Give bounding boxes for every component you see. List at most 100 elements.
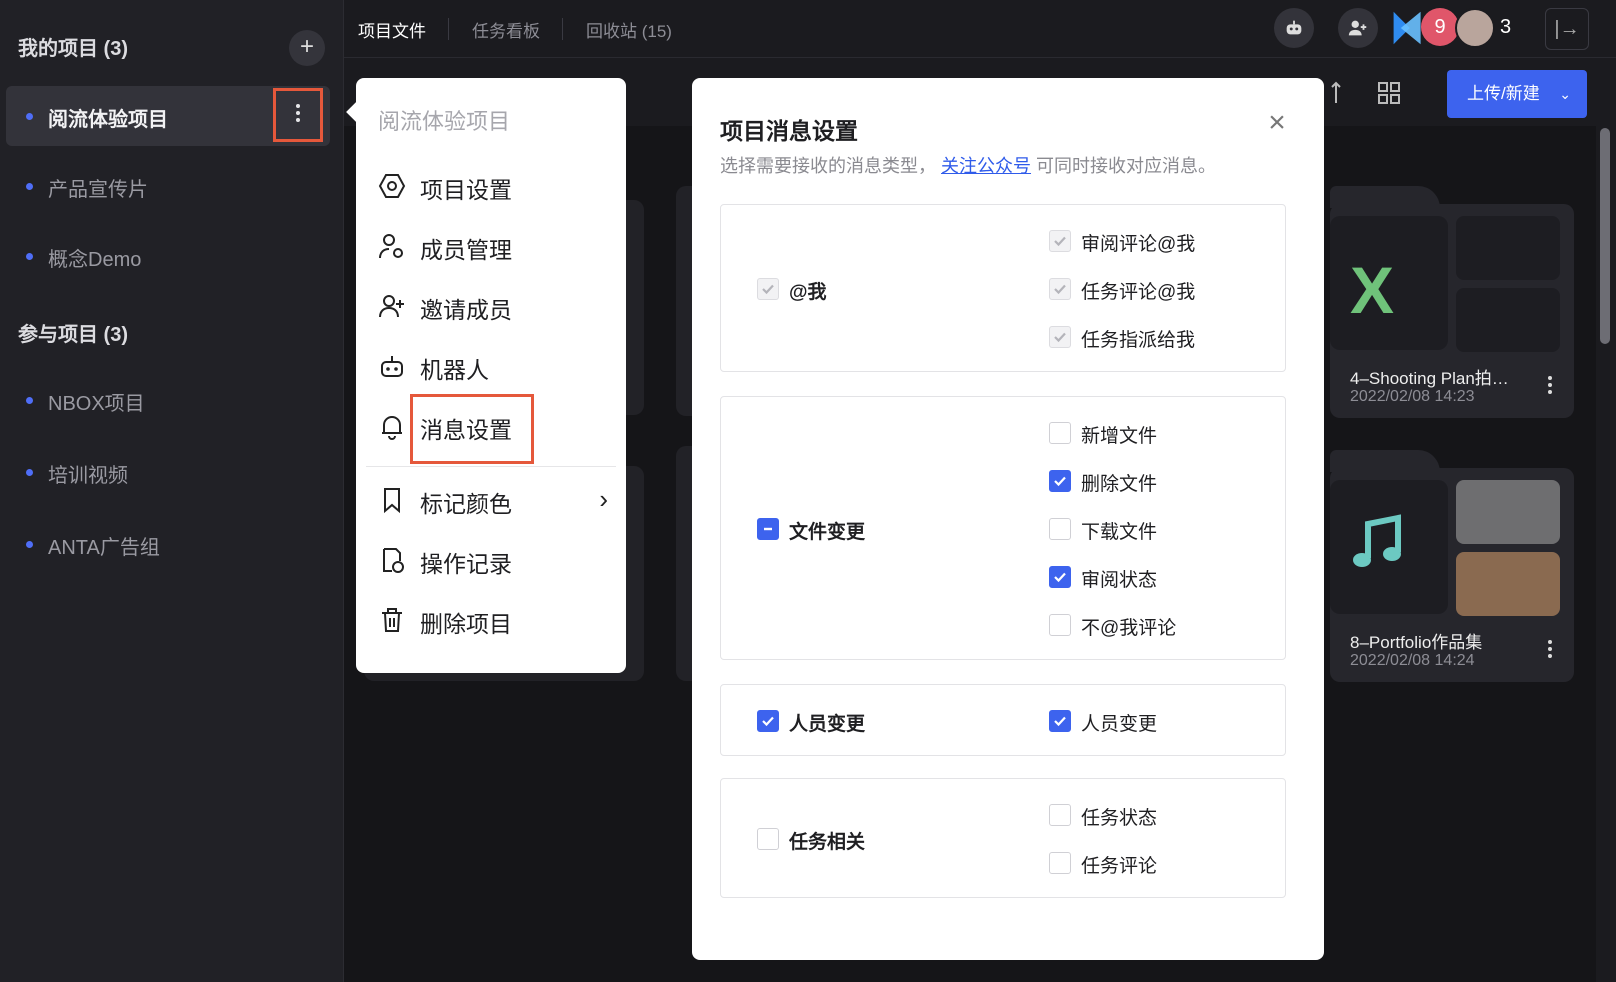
robot-icon bbox=[381, 356, 403, 377]
option-checkbox[interactable] bbox=[1049, 804, 1071, 826]
option-label: 任务状态 bbox=[1081, 808, 1158, 829]
add-project-button[interactable]: + bbox=[289, 30, 325, 66]
group-checkbox[interactable] bbox=[757, 518, 779, 540]
option-checkbox bbox=[1049, 278, 1071, 300]
vertical-ellipsis-icon[interactable] bbox=[1548, 376, 1552, 397]
project-more-button[interactable] bbox=[273, 88, 323, 142]
option-checkbox[interactable] bbox=[1049, 518, 1071, 540]
tab-project-files[interactable]: 项目文件 bbox=[358, 17, 426, 42]
exit-button[interactable]: |→ bbox=[1545, 8, 1589, 50]
video-thumbnail bbox=[1456, 480, 1560, 544]
tab-divider bbox=[448, 18, 449, 40]
folder-tab bbox=[1330, 186, 1440, 208]
grid-view-icon[interactable] bbox=[1378, 82, 1400, 104]
option-checkbox[interactable] bbox=[1049, 710, 1071, 732]
avatar[interactable] bbox=[1455, 8, 1495, 48]
option-checkbox[interactable] bbox=[1049, 614, 1071, 636]
file-date: 2022/02/08 14:24 bbox=[1350, 652, 1475, 669]
sub-thumbnail bbox=[1456, 216, 1560, 280]
close-icon: × bbox=[1268, 106, 1286, 139]
joined-projects-title: 参与项目 (3) bbox=[18, 324, 128, 346]
sidebar-item-label: 培训视频 bbox=[48, 465, 128, 487]
menu-item-operation-log[interactable]: 操作记录 bbox=[378, 538, 608, 582]
my-projects-title: 我的项目 (3) bbox=[18, 38, 128, 60]
group-label: @我 bbox=[789, 282, 827, 303]
group-label: 人员变更 bbox=[789, 714, 866, 735]
group-checkbox[interactable] bbox=[757, 828, 779, 850]
menu-item-member-management[interactable]: 成员管理 bbox=[378, 224, 608, 268]
option-checkbox[interactable] bbox=[1049, 422, 1071, 444]
project-dot bbox=[26, 253, 33, 260]
scrollbar[interactable] bbox=[1600, 128, 1610, 344]
menu-item-robot[interactable]: 机器人 bbox=[378, 344, 608, 388]
highlight-box bbox=[410, 394, 534, 464]
menu-item-invite-member[interactable]: 邀请成员 bbox=[378, 284, 608, 328]
menu-item-delete-project[interactable]: 删除项目 bbox=[378, 598, 608, 642]
bell-icon bbox=[382, 416, 402, 440]
folder-tab bbox=[1330, 450, 1440, 472]
sidebar-item-project[interactable]: 概念Demo bbox=[6, 226, 330, 286]
sidebar-item-project[interactable]: 产品宣传片 bbox=[6, 156, 330, 216]
option-label: 删除文件 bbox=[1081, 474, 1158, 495]
history-icon bbox=[383, 548, 404, 573]
dialog-title: 项目消息设置 bbox=[720, 118, 858, 144]
option-checkbox[interactable] bbox=[1049, 852, 1071, 874]
tab-task-board[interactable]: 任务看板 bbox=[472, 17, 540, 42]
menu-title: 阅流体验项目 bbox=[378, 109, 511, 134]
robot-icon bbox=[1286, 20, 1302, 35]
sub-thumbnail bbox=[1456, 288, 1560, 352]
bookmark-icon bbox=[384, 488, 400, 514]
upload-new-button[interactable]: 上传/新建 ⌄ bbox=[1447, 70, 1587, 118]
option-label: 任务评论@我 bbox=[1081, 282, 1196, 303]
option-label: 下载文件 bbox=[1081, 522, 1158, 543]
message-settings-dialog: 项目消息设置 选择需要接收的消息类型， 关注公众号 可同时接收对应消息。 × @… bbox=[692, 78, 1324, 960]
project-menu: 阅流体验项目 项目设置 成员管理 邀请成员 机器人 消息设置 标记颜色 › 操作… bbox=[346, 78, 626, 673]
notification-group: 文件变更 新增文件 删除文件 下载文件 审阅状态 不@我评论 bbox=[720, 396, 1286, 660]
sidebar-item-label: NBOX项目 bbox=[48, 393, 145, 415]
group-checkbox[interactable] bbox=[757, 710, 779, 732]
file-name: 4–Shooting Plan拍… bbox=[1350, 369, 1509, 388]
notification-badge[interactable]: 9 bbox=[1421, 8, 1459, 46]
file-card[interactable]: 8–Portfolio作品集 2022/02/08 14:24 bbox=[1330, 450, 1574, 682]
excel-icon: X bbox=[1350, 253, 1395, 327]
tab-divider bbox=[562, 18, 563, 40]
vertical-ellipsis-icon bbox=[276, 104, 320, 122]
file-card[interactable]: X 4–Shooting Plan拍… 2022/02/08 14:23 bbox=[1330, 186, 1574, 418]
notification-group: 任务相关 任务状态 任务评论 bbox=[720, 778, 1286, 898]
project-dot bbox=[26, 397, 33, 404]
menu-divider bbox=[366, 466, 616, 467]
member-count: 3 bbox=[1500, 16, 1512, 38]
subtitle-text: 选择需要接收的消息类型， bbox=[720, 156, 936, 176]
file-thumbnail bbox=[1330, 480, 1448, 614]
menu-item-mark-color[interactable]: 标记颜色 › bbox=[378, 478, 608, 522]
sidebar-item-label: 概念Demo bbox=[48, 249, 142, 271]
video-thumbnail bbox=[1456, 552, 1560, 616]
notification-group: 人员变更 人员变更 bbox=[720, 684, 1286, 756]
add-person-icon bbox=[1348, 20, 1367, 36]
sidebar-item-project[interactable]: ANTA广告组 bbox=[6, 514, 330, 574]
sidebar-item-label: 阅流体验项目 bbox=[48, 109, 168, 131]
sidebar-item-project[interactable]: NBOX项目 bbox=[6, 370, 330, 430]
chevron-down-icon: ⌄ bbox=[1559, 86, 1571, 102]
settings-hexagon-icon bbox=[378, 174, 406, 198]
menu-item-label: 项目设置 bbox=[420, 177, 512, 203]
option-label: 新增文件 bbox=[1081, 426, 1158, 447]
close-button[interactable]: × bbox=[1262, 108, 1292, 138]
sort-icon[interactable] bbox=[1330, 80, 1342, 106]
robot-button[interactable] bbox=[1274, 8, 1314, 48]
music-note-icon bbox=[1353, 514, 1401, 567]
follow-account-link[interactable]: 关注公众号 bbox=[941, 156, 1031, 176]
option-checkbox bbox=[1049, 230, 1071, 252]
sidebar-item-project[interactable]: 培训视频 bbox=[6, 442, 330, 502]
vertical-ellipsis-icon[interactable] bbox=[1548, 640, 1552, 661]
group-label: 文件变更 bbox=[789, 522, 866, 543]
tab-recycle-bin[interactable]: 回收站 (15) bbox=[586, 17, 672, 42]
project-dot bbox=[26, 183, 33, 190]
invite-member-button[interactable] bbox=[1338, 8, 1378, 48]
option-checkbox[interactable] bbox=[1049, 566, 1071, 588]
menu-item-project-settings[interactable]: 项目设置 bbox=[378, 164, 608, 208]
option-label: 任务指派给我 bbox=[1081, 330, 1196, 351]
option-checkbox[interactable] bbox=[1049, 470, 1071, 492]
group-checkbox bbox=[757, 278, 779, 300]
file-date: 2022/02/08 14:23 bbox=[1350, 388, 1475, 405]
